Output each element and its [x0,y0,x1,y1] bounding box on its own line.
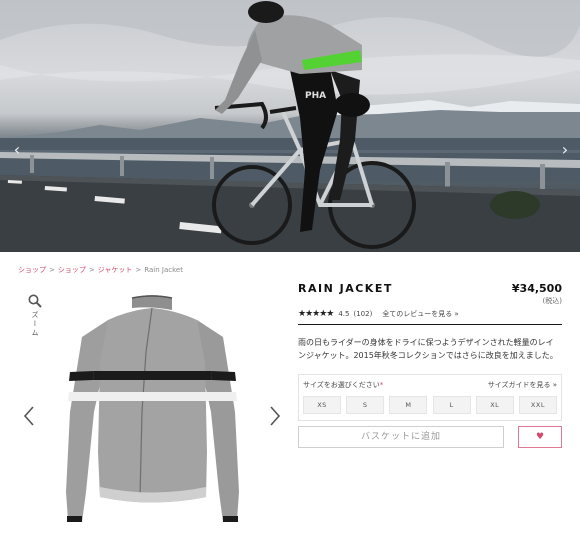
breadcrumb-jackets-link[interactable]: ジャケット [98,266,133,274]
rating-score: 4.5 [338,310,350,318]
size-option-s[interactable]: S [346,396,385,414]
size-option-xs[interactable]: XS [303,396,341,414]
jersey-logo-text: PHA [305,91,326,101]
size-option-l[interactable]: L [432,396,471,414]
heart-icon: ♥ [535,432,545,442]
zoom-label: ズーム [31,311,39,338]
price-block: ¥34,500 (税込) [512,282,562,306]
breadcrumb-shop-link-2[interactable]: ショップ [58,266,86,274]
size-prompt: サイズをお選びください [303,381,380,389]
magnifier-icon [28,294,42,308]
review-count: (102) [353,310,373,318]
size-option-xxl[interactable]: XXL [518,396,557,414]
product-description: 雨の日もライダーの身体をドライに保つようデザインされた軽量のレインジャケット。2… [298,338,558,360]
chevron-right-icon[interactable] [268,403,282,429]
star-rating-icon: ★★★★★ [298,309,334,319]
product-title: RAIN JACKET [298,282,393,295]
hero-prev-icon[interactable]: ‹ [8,140,26,160]
title-row: RAIN JACKET ¥34,500 (税込) [298,282,562,306]
size-guide-link[interactable]: サイズガイドを見る » [488,380,557,390]
breadcrumb-separator: > [88,266,95,274]
size-options: XS S M L XL XXL [303,396,557,414]
required-mark: * [379,381,384,389]
size-header: サイズをお選びください* サイズガイドを見る » [303,380,557,390]
size-prompt-wrap: サイズをお選びください* [303,380,383,390]
breadcrumb-separator: > [49,266,55,274]
add-to-basket-button[interactable]: バスケットに追加 [298,426,504,448]
size-selector: サイズをお選びください* サイズガイドを見る » XS S M L XL XXL [298,374,562,421]
hero-image: PHA ‹ › [0,0,580,252]
hero-scene: PHA [0,0,580,252]
cart-row: バスケットに追加 ♥ [298,426,562,448]
hero-next-icon[interactable]: › [556,140,574,160]
size-option-xl[interactable]: XL [475,396,514,414]
breadcrumb-shop-link[interactable]: ショップ [18,266,46,274]
product-price: ¥34,500 [511,282,562,295]
all-reviews-link[interactable]: 全てのレビューを見る » [382,309,459,319]
product-image [66,295,239,522]
chevron-left-icon[interactable] [22,403,36,429]
breadcrumb: ショップ > ショップ > ジャケット > Rain Jacket [18,265,183,275]
zoom-button[interactable]: ズーム [24,294,46,342]
breadcrumb-separator: > [135,266,142,274]
tax-note: (税込) [542,297,562,305]
rating-row: ★★★★★ 4.5 (102) 全てのレビューを見る » [298,309,562,319]
favorite-button[interactable]: ♥ [518,426,562,448]
breadcrumb-current: Rain Jacket [144,266,183,274]
product-info-panel: RAIN JACKET ¥34,500 (税込) ★★★★★ 4.5 (102)… [298,282,562,448]
size-option-m[interactable]: M [389,396,428,414]
divider [298,324,562,325]
